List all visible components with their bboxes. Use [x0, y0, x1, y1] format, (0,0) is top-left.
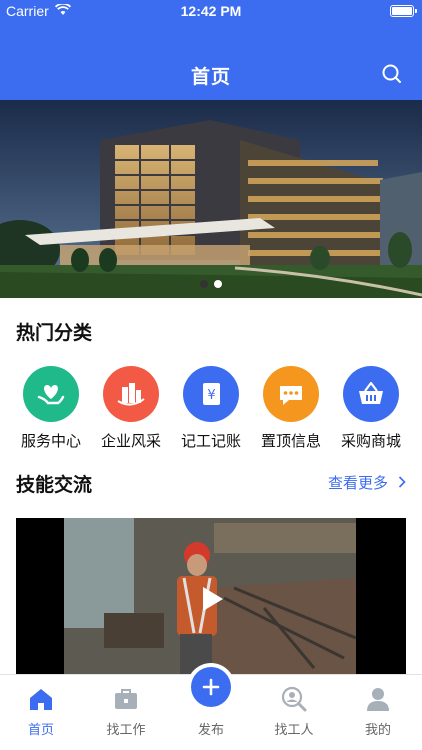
shopping-basket-icon: [343, 366, 399, 422]
skills-title: 技能交流: [16, 474, 93, 496]
banner-image: [0, 100, 422, 298]
category-label: 置顶信息: [260, 432, 321, 450]
status-time: 12:42 PM: [180, 3, 242, 19]
user-icon: [338, 685, 418, 713]
tab-find-job[interactable]: 找工作: [86, 685, 166, 738]
home-icon: [1, 685, 81, 713]
hot-categories-title: 热门分类: [16, 322, 93, 344]
category-label: 服务中心: [20, 432, 81, 450]
tab-find-worker[interactable]: 找工人: [254, 685, 334, 738]
tab-label: 我的: [364, 723, 391, 738]
view-more-link[interactable]: 查看更多: [328, 472, 406, 493]
top-header: Carrier 12:42 PM 首页: [0, 0, 422, 100]
tab-label: 首页: [27, 723, 54, 738]
svg-text:¥: ¥: [207, 388, 215, 403]
tab-home[interactable]: 首页: [1, 685, 81, 738]
category-purchase-mall[interactable]: 采购商城: [329, 366, 413, 451]
tab-mine[interactable]: 我的: [338, 685, 418, 738]
find-person-icon: [254, 685, 334, 713]
category-grid: 服务中心 企业风采 ¥ 记工记账 置顶信息 采购商城: [0, 366, 422, 456]
play-icon[interactable]: [196, 584, 226, 614]
skills-video[interactable]: [16, 518, 406, 674]
ledger-yen-icon: ¥: [183, 366, 239, 422]
category-label: 企业风采: [100, 432, 161, 450]
search-icon[interactable]: [380, 62, 404, 86]
carousel-dot[interactable]: [200, 280, 208, 288]
status-bar: Carrier 12:42 PM: [0, 0, 422, 22]
banner-carousel[interactable]: [0, 100, 422, 298]
plus-icon: [202, 678, 220, 696]
heart-hand-icon: [23, 366, 79, 422]
view-more-label: 查看更多: [327, 474, 388, 492]
category-label: 采购商城: [340, 432, 401, 450]
publish-button[interactable]: [191, 667, 231, 707]
category-enterprise-style[interactable]: 企业风采: [89, 366, 173, 451]
chat-bubble-icon: [263, 366, 319, 422]
category-label: 记工记账: [180, 432, 241, 450]
chevron-right-icon: [398, 474, 406, 492]
page-title: 首页: [190, 66, 231, 88]
bottom-tab-bar: 首页 找工作 发布 找工人 我的: [0, 667, 422, 750]
battery-icon: [390, 5, 417, 17]
buildings-icon: [103, 366, 159, 422]
tab-label-publish: 发布: [197, 723, 224, 738]
category-pinned-info[interactable]: 置顶信息: [249, 366, 333, 451]
carousel-dot-active[interactable]: [214, 280, 222, 288]
briefcase-icon: [86, 685, 166, 713]
category-service-center[interactable]: 服务中心: [9, 366, 93, 451]
category-work-ledger[interactable]: ¥ 记工记账: [169, 366, 253, 451]
tab-label: 找工作: [106, 723, 146, 738]
tab-label: 找工人: [274, 723, 314, 738]
carousel-pagination: [0, 280, 422, 288]
